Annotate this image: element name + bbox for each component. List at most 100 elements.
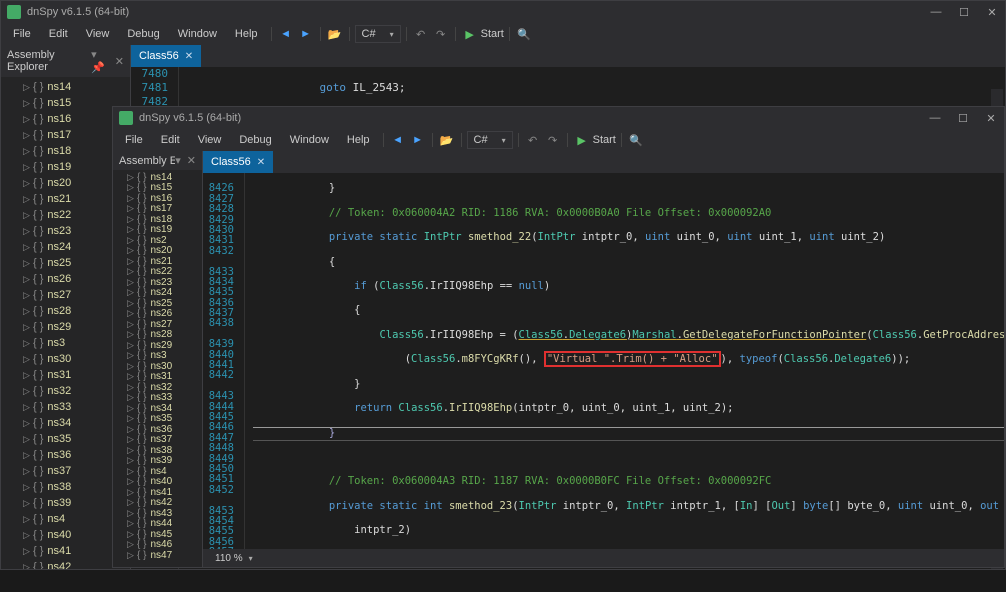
ns-node[interactable]: ▷{ }ns39 [113, 456, 202, 467]
ns-node[interactable]: ▷{ }ns38 [113, 445, 202, 456]
ns-node[interactable]: ▷{ }ns37 [1, 463, 130, 479]
ns-node[interactable]: ▷{ }ns31 [113, 372, 202, 383]
play-icon[interactable]: ▶ [573, 131, 591, 149]
ns-node[interactable]: ▷{ }ns2 [113, 235, 202, 246]
close-button[interactable]: ✕ [984, 112, 998, 125]
ns-node[interactable]: ▷{ }ns32 [1, 383, 130, 399]
ns-node[interactable]: ▷{ }ns21 [1, 191, 130, 207]
titlebar-back[interactable]: dnSpy v6.1.5 (64-bit) — ☐ ✕ [1, 1, 1005, 23]
ns-node[interactable]: ▷{ }ns35 [1, 431, 130, 447]
ns-node[interactable]: ▷{ }ns33 [1, 399, 130, 415]
maximize-button[interactable]: ☐ [956, 112, 970, 125]
ns-node[interactable]: ▷{ }ns23 [1, 223, 130, 239]
ns-node[interactable]: ▷{ }ns20 [113, 246, 202, 257]
ns-node[interactable]: ▷{ }ns27 [1, 287, 130, 303]
ns-node[interactable]: ▷{ }ns34 [1, 415, 130, 431]
open-icon[interactable]: 📂 [438, 131, 456, 149]
ns-node[interactable]: ▷{ }ns30 [113, 361, 202, 372]
pin-icon[interactable]: ▾ [175, 154, 181, 167]
forward-icon[interactable]: ► [297, 25, 315, 43]
ns-node[interactable]: ▷{ }ns26 [113, 309, 202, 320]
source-front[interactable]: } // Token: 0x060004A2 RID: 1186 RVA: 0x… [245, 173, 1004, 549]
asm-tree[interactable]: ▷{ }ns14▷{ }ns15▷{ }ns16▷{ }ns17▷{ }ns18… [1, 77, 130, 569]
ns-node[interactable]: ▷{ }ns44 [113, 519, 202, 530]
titlebar-front[interactable]: dnSpy v6.1.5 (64-bit) — ☐ ✕ [113, 107, 1004, 129]
ns-node[interactable]: ▷{ }ns40 [113, 477, 202, 488]
ns-node[interactable]: ▷{ }ns16 [1, 111, 130, 127]
search-icon[interactable]: 🔍 [627, 131, 645, 149]
tab-class56[interactable]: Class56✕ [131, 45, 201, 67]
menu-debug[interactable]: Debug [119, 26, 167, 42]
zoom-level[interactable]: 110 % [215, 553, 243, 564]
ns-node[interactable]: ▷{ }ns41 [1, 543, 130, 559]
ns-node[interactable]: ▷{ }ns22 [1, 207, 130, 223]
close-panel-icon[interactable]: ✕ [115, 55, 124, 68]
menu-view[interactable]: View [78, 26, 118, 42]
ns-node[interactable]: ▷{ }ns34 [113, 403, 202, 414]
menu-file[interactable]: File [117, 132, 151, 148]
ns-node[interactable]: ▷{ }ns15 [1, 95, 130, 111]
ns-node[interactable]: ▷{ }ns14 [113, 172, 202, 183]
back-icon[interactable]: ◄ [277, 25, 295, 43]
ns-node[interactable]: ▷{ }ns42 [113, 498, 202, 509]
search-icon[interactable]: 🔍 [515, 25, 533, 43]
ns-node[interactable]: ▷{ }ns36 [113, 424, 202, 435]
ns-node[interactable]: ▷{ }ns24 [113, 288, 202, 299]
close-panel-icon[interactable]: ✕ [187, 154, 196, 167]
ns-node[interactable]: ▷{ }ns26 [1, 271, 130, 287]
language-select[interactable]: C#▾ [355, 25, 401, 43]
ns-node[interactable]: ▷{ }ns17 [1, 127, 130, 143]
ns-node[interactable]: ▷{ }ns38 [1, 479, 130, 495]
ns-node[interactable]: ▷{ }ns17 [113, 204, 202, 215]
minimize-button[interactable]: — [929, 6, 943, 19]
ns-node[interactable]: ▷{ }ns19 [113, 225, 202, 236]
ns-node[interactable]: ▷{ }ns32 [113, 382, 202, 393]
zoom-dropdown-icon[interactable]: ▾ [249, 554, 253, 563]
ns-node[interactable]: ▷{ }ns43 [113, 508, 202, 519]
ns-node[interactable]: ▷{ }ns29 [1, 319, 130, 335]
undo-icon[interactable]: ↶ [524, 131, 542, 149]
menu-window[interactable]: Window [282, 132, 337, 148]
ns-node[interactable]: ▷{ }ns30 [1, 351, 130, 367]
ns-node[interactable]: ▷{ }ns40 [1, 527, 130, 543]
ns-node[interactable]: ▷{ }ns33 [113, 393, 202, 404]
ns-node[interactable]: ▷{ }ns22 [113, 267, 202, 278]
ns-node[interactable]: ▷{ }ns21 [113, 256, 202, 267]
undo-icon[interactable]: ↶ [412, 25, 430, 43]
ns-node[interactable]: ▷{ }ns27 [113, 319, 202, 330]
start-label[interactable]: Start [593, 134, 616, 146]
ns-node[interactable]: ▷{ }ns14 [1, 79, 130, 95]
ns-node[interactable]: ▷{ }ns31 [1, 367, 130, 383]
ns-node[interactable]: ▷{ }ns20 [1, 175, 130, 191]
start-label[interactable]: Start [481, 28, 504, 40]
ns-node[interactable]: ▷{ }ns37 [113, 435, 202, 446]
ns-node[interactable]: ▷{ }ns19 [1, 159, 130, 175]
ns-node[interactable]: ▷{ }ns45 [113, 529, 202, 540]
minimize-button[interactable]: — [928, 112, 942, 125]
ns-node[interactable]: ▷{ }ns36 [1, 447, 130, 463]
back-icon[interactable]: ◄ [389, 131, 407, 149]
open-icon[interactable]: 📂 [326, 25, 344, 43]
ns-node[interactable]: ▷{ }ns41 [113, 487, 202, 498]
redo-icon[interactable]: ↷ [432, 25, 450, 43]
close-tab-icon[interactable]: ✕ [257, 157, 265, 168]
ns-node[interactable]: ▷{ }ns35 [113, 414, 202, 425]
tab-class56[interactable]: Class56✕ [203, 151, 273, 173]
ns-node[interactable]: ▷{ }ns29 [113, 340, 202, 351]
language-select[interactable]: C#▾ [467, 131, 513, 149]
forward-icon[interactable]: ► [409, 131, 427, 149]
ns-node[interactable]: ▷{ }ns28 [1, 303, 130, 319]
code-area-front[interactable]: 8426842784288429843084318432843384348435… [203, 173, 1004, 549]
menu-debug[interactable]: Debug [231, 132, 279, 148]
ns-node[interactable]: ▷{ }ns46 [113, 540, 202, 551]
ns-node[interactable]: ▷{ }ns3 [113, 351, 202, 362]
menu-edit[interactable]: Edit [41, 26, 76, 42]
ns-node[interactable]: ▷{ }ns24 [1, 239, 130, 255]
ns-node[interactable]: ▷{ }ns25 [1, 255, 130, 271]
ns-node[interactable]: ▷{ }ns25 [113, 298, 202, 309]
ns-node[interactable]: ▷{ }ns39 [1, 495, 130, 511]
menu-edit[interactable]: Edit [153, 132, 188, 148]
menu-file[interactable]: File [5, 26, 39, 42]
ns-node[interactable]: ▷{ }ns18 [1, 143, 130, 159]
redo-icon[interactable]: ↷ [544, 131, 562, 149]
